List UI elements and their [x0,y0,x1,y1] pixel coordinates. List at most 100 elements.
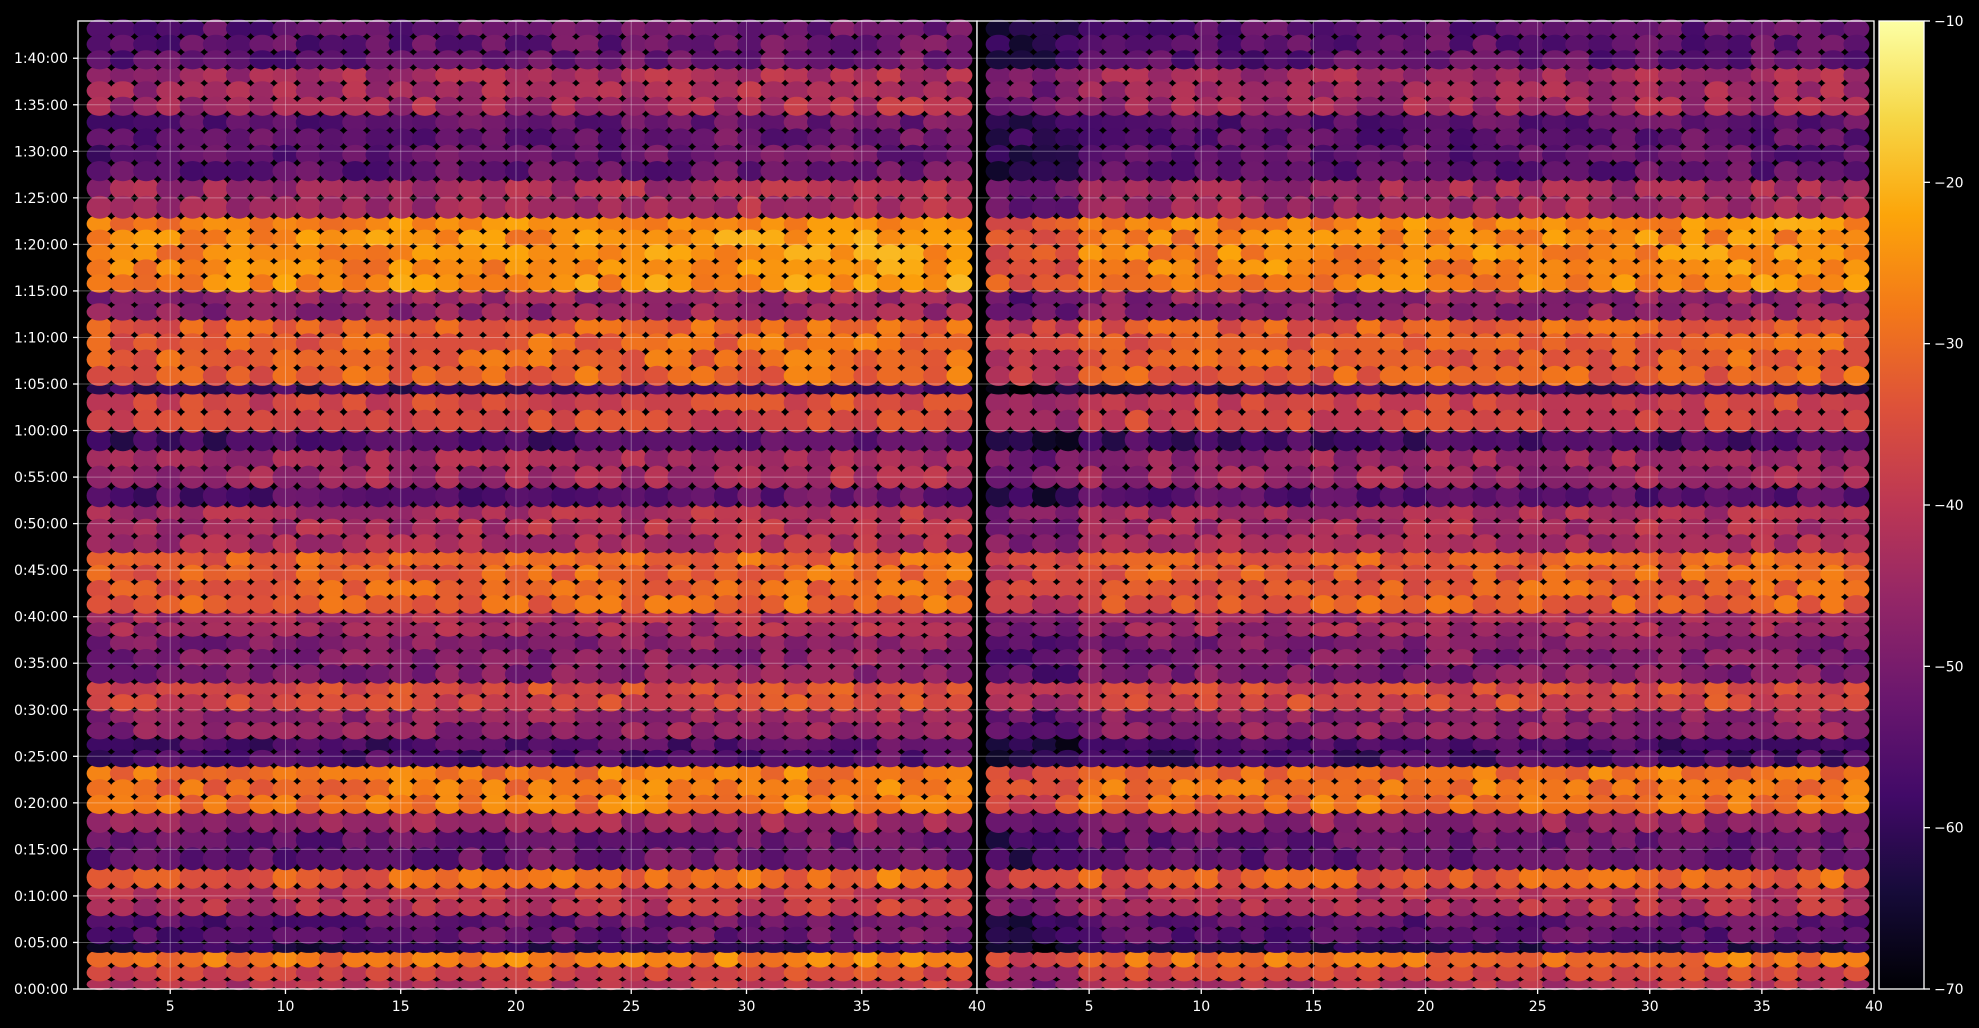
spectrogram-cell [1287,274,1313,293]
spectrogram-cell [295,409,322,433]
spectrogram-cell [923,161,950,182]
y-tick-label: 1:30:00 [14,144,68,160]
spectrogram-cell [574,365,601,386]
spectrogram-cell [1171,365,1198,386]
spectrogram-cell [1518,274,1545,293]
spectrogram-cell [1032,664,1058,684]
spectrogram-cell [737,926,764,945]
spectrogram-cell [1124,50,1151,70]
spectrogram-cell [86,722,113,740]
spectrogram-cell [1194,694,1221,712]
spectrogram-cell [1681,534,1708,554]
spectrogram-cell [690,622,717,637]
spectrogram-cell [365,161,392,182]
spectrogram-cell [342,926,369,945]
spectrogram-cell [1727,847,1754,871]
spectrogram-cell [1032,694,1058,712]
spectrogram-cell [1310,96,1337,116]
spectrogram-cell [202,595,229,614]
spectrogram-cell [551,50,578,70]
spectrogram-cell [1124,409,1151,433]
spectrogram-cell [133,365,160,386]
spectrogram-cell [1657,365,1684,386]
spectrogram-cell [946,365,973,386]
spectrogram-cell [86,664,113,684]
spectrogram-cell [435,96,462,116]
spectrogram-cell [86,926,113,945]
spectrogram-cell [714,303,740,321]
spectrogram-cell [1055,195,1082,219]
spectrogram-cell [1008,303,1035,321]
spectrogram-cell [830,622,857,637]
spectrogram-cell [1657,694,1684,712]
spectrogram-cell [1750,409,1777,433]
spectrogram-cell [1356,847,1383,871]
spectrogram-cell [1032,50,1058,70]
spectrogram-cell [1055,622,1082,637]
spectrogram-cell [1773,722,1800,740]
spectrogram-cell [574,898,601,917]
spectrogram-cell [249,926,276,945]
spectrogram-cell [1055,161,1082,182]
spectrogram-cell [1611,50,1638,70]
spectrogram-cell [807,794,833,815]
spectrogram-cell [133,694,160,712]
spectrogram-cell [1611,409,1638,433]
spectrogram-cell [202,664,229,684]
spectrogram-cell [946,722,973,740]
spectrogram-cell [714,274,740,293]
spectrogram-cell [1704,847,1731,871]
spectrogram-cell [1171,534,1198,554]
spectrogram-cell [528,794,555,815]
spectrogram-cell [1611,898,1638,917]
spectrogram-cell [1194,365,1221,386]
spectrogram-cell [388,595,415,614]
spectrogram-cell [1704,926,1731,945]
spectrogram-cell [876,794,903,815]
spectrogram-cell [1773,794,1800,815]
colorbar-tick-label: −30 [1934,337,1964,353]
spectrogram-cell [179,794,206,815]
spectrogram-cell [1542,694,1568,712]
spectrogram-cell [946,664,973,684]
spectrogram-cell [783,898,810,917]
spectrogram-cell [365,749,392,768]
spectrogram-cell [226,50,252,70]
spectrogram-cell [1101,50,1128,70]
spectrogram-cell [1194,50,1221,70]
spectrogram-cell [411,847,438,871]
spectrogram-cell [179,898,206,917]
spectrogram-cell [179,847,206,871]
spectrogram-cell [1032,96,1058,116]
spectrogram-cell [760,161,787,182]
spectrogram-cell [1797,622,1823,637]
spectrogram-cell [830,50,857,70]
spectrogram-cell [876,595,903,614]
spectrogram-cell [923,365,950,386]
spectrogram-cell [1147,694,1174,712]
spectrogram-cell [1008,694,1035,712]
spectrogram-cell [783,926,810,945]
spectrogram-cell [551,847,578,871]
spectrogram-cell [1379,409,1406,433]
spectrogram-cell [1518,534,1545,554]
spectrogram-cell [179,409,206,433]
spectrogram-cell [342,622,369,637]
spectrogram-cell [435,749,462,768]
spectrogram-cell [528,898,555,917]
spectrogram-cell [644,303,671,321]
spectrogram-cell [249,365,276,386]
spectrogram-cell [1124,274,1151,293]
spectrogram-cell [830,722,857,740]
spectrogram-cell [1565,409,1592,433]
spectrogram-cell [946,303,973,321]
spectrogram-cell [1310,595,1337,614]
spectrogram-cell [249,794,276,815]
spectrogram-cell [1657,749,1684,768]
spectrogram-cell [946,622,973,637]
spectrogram-cell [1008,409,1035,433]
spectrogram-cell [319,898,345,917]
spectrogram-cell [504,161,531,182]
spectrogram-cell [1147,534,1174,554]
spectrogram-cell [295,50,322,70]
